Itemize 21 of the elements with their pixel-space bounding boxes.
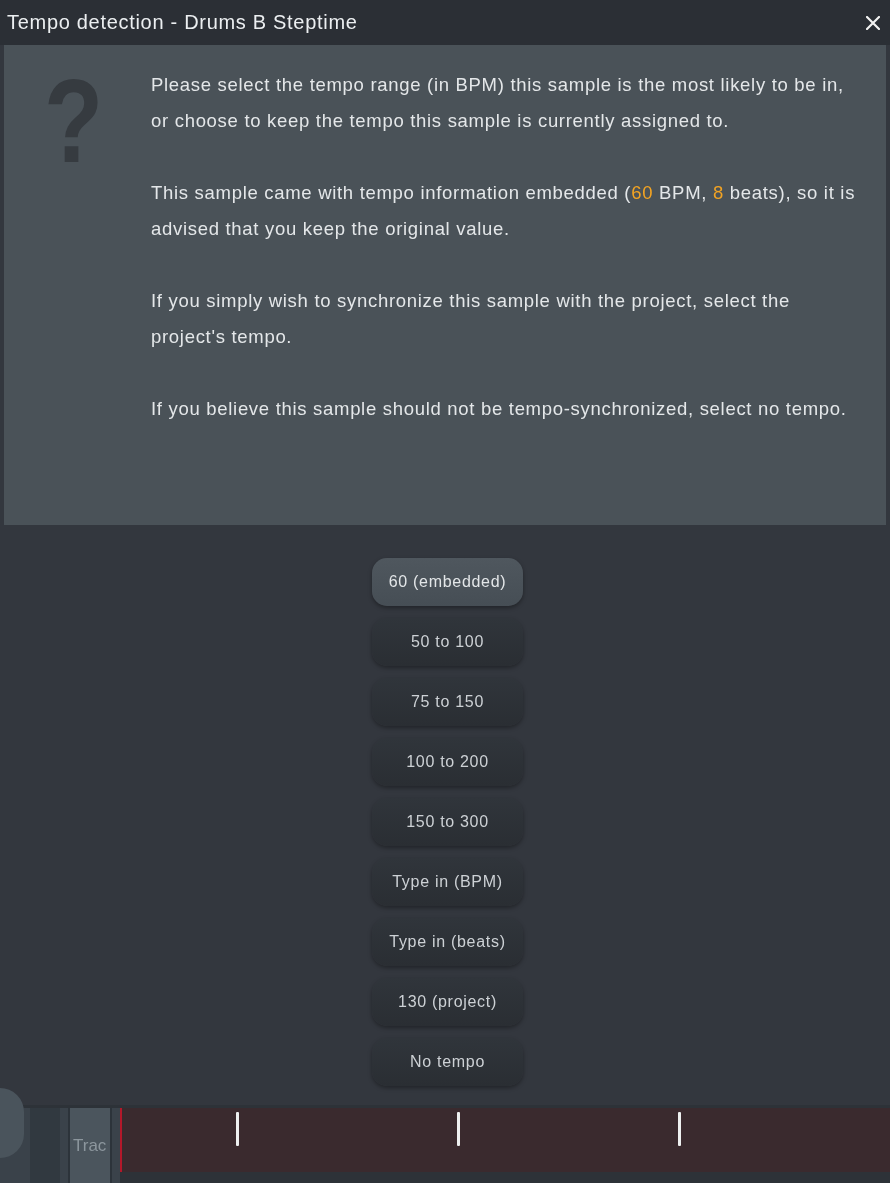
question-mark-icon: ? — [44, 75, 104, 168]
tempo-option-button[interactable]: Type in (BPM) — [372, 858, 523, 906]
tempo-option-button[interactable]: 75 to 150 — [372, 678, 523, 726]
close-button[interactable] — [864, 13, 882, 32]
tempo-option-button[interactable]: No tempo — [372, 1038, 523, 1086]
window-title: Tempo detection - Drums B Steptime — [7, 11, 358, 34]
message-paragraph: If you believe this sample should not be tempo-synchronized, select no tempo. — [151, 397, 848, 421]
tempo-option-button[interactable]: 60 (embedded) — [372, 558, 523, 606]
beat-marker-icon — [678, 1112, 681, 1146]
message-paragraph: This sample came with tempo information embedded (60 BPM, 8 beats), so it is advised that you keep the original value. — [151, 181, 857, 241]
tempo-option-button[interactable]: 130 (project) — [372, 978, 523, 1026]
beat-marker-icon — [457, 1112, 460, 1146]
tempo-option-button[interactable]: 100 to 200 — [372, 738, 523, 786]
message-paragraph: If you simply wish to synchronize this sample with the project, select the project's tempo. — [151, 289, 791, 349]
close-icon — [866, 15, 880, 30]
beat-marker-icon — [236, 1112, 239, 1146]
tempo-option-button[interactable]: 150 to 300 — [372, 798, 523, 846]
round-knob-icon — [0, 1088, 24, 1158]
tempo-option-button[interactable]: 50 to 100 — [372, 618, 523, 666]
tempo-option-button[interactable]: Type in (beats) — [372, 918, 523, 966]
message-paragraph: Please select the tempo range (in BPM) this sample is the most likely to be in, or choose to keep the tempo this sample is currently assigned to. — [151, 73, 845, 133]
